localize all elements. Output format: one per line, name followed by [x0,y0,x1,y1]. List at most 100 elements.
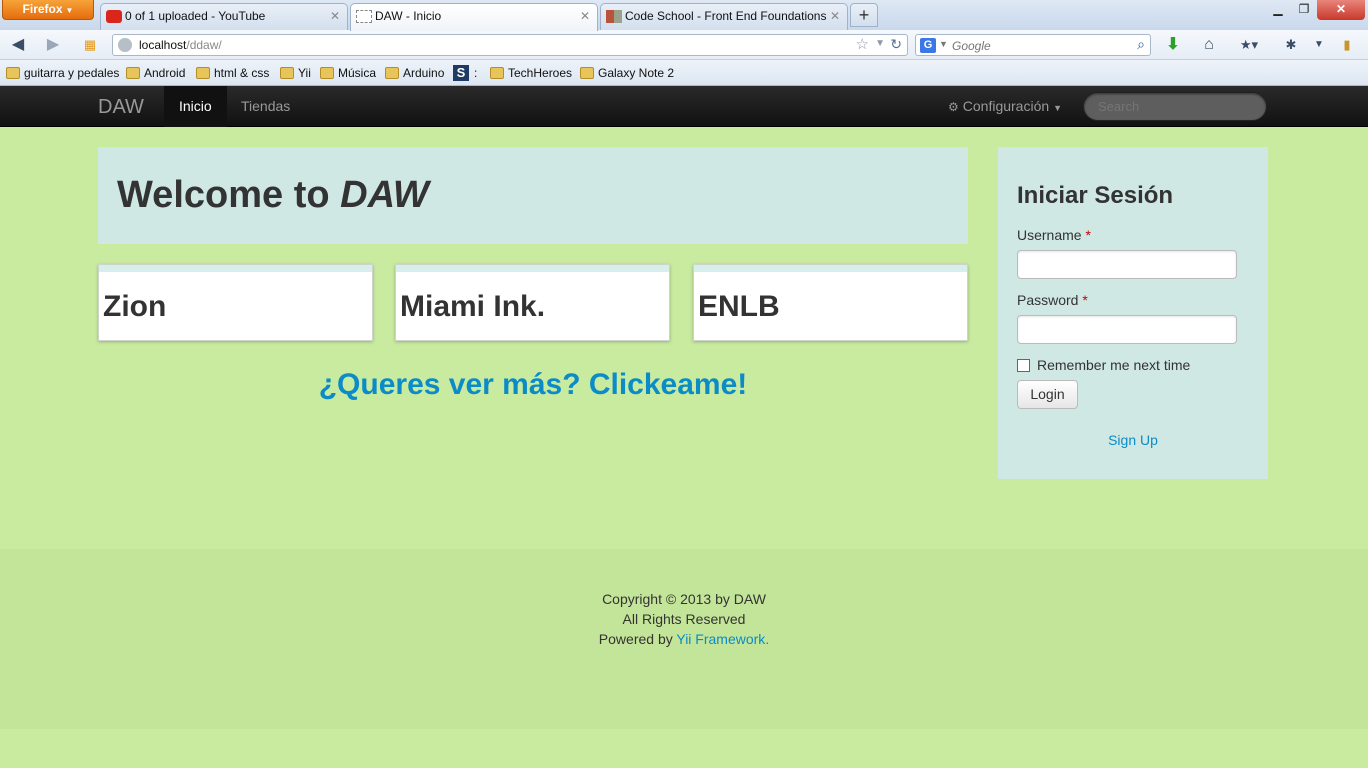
store-card-enlb[interactable]: ENLB [693,264,968,341]
site-search-input[interactable] [1083,92,1267,121]
s-logo-icon: S [453,65,469,81]
new-tab-button[interactable]: + [850,3,878,27]
bookmark-s[interactable]: S: [453,65,478,81]
login-button[interactable]: Login [1017,380,1078,409]
folder-icon [126,67,140,79]
bookmark-label: html & css [214,66,270,80]
tab-title: DAW - Inicio [375,9,442,23]
bookmark-folder-arduino[interactable]: Arduino [385,66,444,80]
footer-powered: Powered by Yii Framework. [0,631,1368,647]
required-mark: * [1082,292,1088,308]
store-name: Miami Ink. [400,290,546,323]
title-prefix: Welcome to [117,174,341,216]
chevron-down-icon: ▼ [1053,103,1063,113]
store-card-zion[interactable]: Zion [98,264,373,341]
required-mark: * [1085,227,1091,243]
bookmark-star-icon[interactable]: ☆ [856,35,869,53]
remember-me-checkbox[interactable] [1017,359,1030,372]
see-more-link[interactable]: ¿Queres ver más? Clickeame! [98,368,968,402]
tab-daw-inicio[interactable]: DAW - Inicio ✕ [350,3,598,31]
login-title: Iniciar Sesión [1017,182,1174,209]
youtube-icon [106,10,122,23]
bookmarks-sidebar-icon[interactable]: ▮ [1336,34,1358,56]
remember-me-label[interactable]: Remember me next time [1037,357,1190,373]
username-label: Username * [1017,227,1091,243]
bookmark-label: Música [338,66,377,80]
bookmark-folder-techheroes[interactable]: TechHeroes [490,66,572,80]
close-icon[interactable]: ✕ [330,4,340,28]
nav-item-inicio[interactable]: Inicio [164,86,227,127]
config-dropdown[interactable]: ⚙ Configuración ▼ [948,86,1062,127]
site-brand[interactable]: DAW [98,96,144,119]
folder-icon [385,67,399,79]
bookmark-label: Galaxy Note 2 [598,66,675,80]
reload-icon[interactable]: ↻ [890,36,902,53]
minimize-icon[interactable]: ▁ [1265,0,1291,20]
browser-search-input[interactable]: G ▼ Google ⌕ [915,34,1151,56]
footer-copyright: Copyright © 2013 by DAW [602,591,766,607]
bookmark-folder-guitarra[interactable]: guitarra y pedales [6,66,119,80]
store-name: ENLB [698,290,780,323]
password-label-text: Password [1017,292,1079,308]
folder-icon [196,67,210,79]
url-text: localhost/ddaw/ [139,38,222,52]
config-label: Configuración [962,98,1050,114]
login-panel: Iniciar Sesión Username * Password * Rem… [998,147,1268,479]
bookmark-label: TechHeroes [508,66,573,80]
folder-icon [6,67,20,79]
browser-navigation-bar: ◀ ▶ ▦ localhost/ddaw/ ☆ ▼ ↻ G ▼ Google ⌕… [0,30,1368,60]
apps-icon[interactable]: ▦ [79,34,101,56]
bookmarks-toolbar: guitarra y pedales Android html & css Yi… [0,60,1368,86]
forward-icon[interactable]: ▶ [42,34,64,56]
bookmarks-menu-icon[interactable]: ★▾ [1234,34,1264,56]
username-field[interactable] [1017,250,1237,279]
bookmark-folder-galaxy-note[interactable]: Galaxy Note 2 [580,66,674,80]
bookmark-label: Arduino [403,66,445,80]
menu-dropdown-icon[interactable]: ▼ [1308,34,1330,56]
url-dropdown-icon[interactable]: ▼ [875,38,885,49]
hero-unit: Welcome to DAW [98,147,968,244]
page-footer: Copyright © 2013 by DAW All Rights Reser… [0,549,1368,729]
close-icon[interactable]: ✕ [580,4,590,28]
firefox-menu-button[interactable]: Firefox ▼ [2,0,94,20]
search-icon[interactable]: ⌕ [1137,36,1145,53]
url-host: localhost [139,38,187,52]
back-icon[interactable]: ◀ [7,34,29,56]
nav-item-tiendas[interactable]: Tiendas [226,86,305,127]
close-icon[interactable]: ✕ [830,4,840,28]
download-icon[interactable]: ⬇ [1162,34,1184,56]
card-strip [396,265,669,272]
store-card-miami-ink[interactable]: Miami Ink. [395,264,670,341]
bookmark-label: : [474,66,478,80]
folder-icon [320,67,334,79]
tab-codeschool[interactable]: Code School - Front End Foundations ✕ [600,3,848,30]
blank-page-icon [356,10,372,23]
tab-youtube[interactable]: 0 of 1 uploaded - YouTube ✕ [100,3,348,30]
close-window-icon[interactable]: ✕ [1317,0,1365,20]
globe-icon [118,38,132,52]
search-engine-dropdown-icon[interactable]: ▼ [939,39,948,49]
signup-link[interactable]: Sign Up [998,432,1268,448]
url-path: /ddaw/ [186,38,222,52]
bookmark-folder-yii[interactable]: Yii [280,66,311,80]
bookmark-label: Yii [298,66,311,80]
yii-framework-link[interactable]: Yii Framework [676,631,765,647]
store-name: Zion [103,290,167,323]
password-field[interactable] [1017,315,1237,344]
bookmark-label: Android [144,66,186,80]
home-icon[interactable]: ⌂ [1198,34,1220,56]
bookmark-label: guitarra y pedales [24,66,120,80]
firefox-menu-label: Firefox [22,2,63,16]
google-icon[interactable]: G [920,38,936,53]
maximize-icon[interactable]: ❐ [1291,0,1317,20]
url-bar[interactable]: localhost/ddaw/ ☆ ▼ ↻ [112,34,908,56]
browser-tab-strip: Firefox ▼ 0 of 1 uploaded - YouTube ✕ DAW… [0,0,1368,31]
bookmark-folder-android[interactable]: Android [126,66,185,80]
bookmark-folder-html-css[interactable]: html & css [196,66,269,80]
folder-icon [280,67,294,79]
password-label: Password * [1017,292,1088,308]
bookmark-folder-musica[interactable]: Música [320,66,376,80]
tab-title: 0 of 1 uploaded - YouTube [125,9,266,23]
search-placeholder: Google [952,39,991,53]
addon-icon[interactable]: ✱ [1280,34,1302,56]
